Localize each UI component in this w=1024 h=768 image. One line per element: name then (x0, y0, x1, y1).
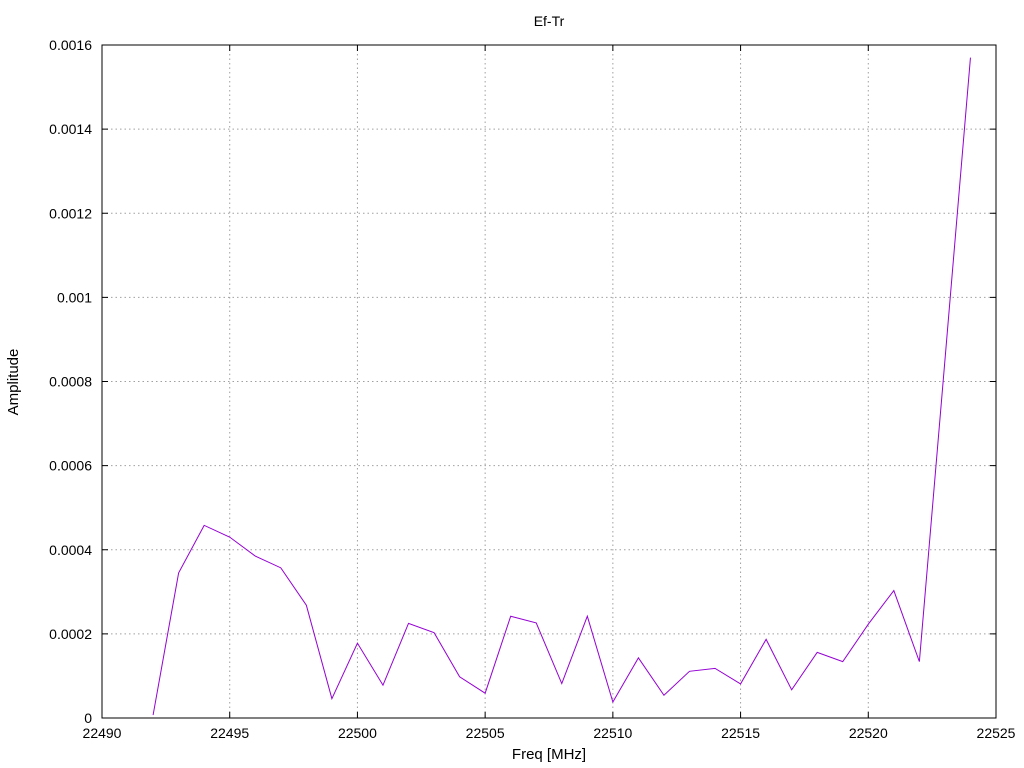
x-tick-labels: 22490 22495 22500 22505 22510 22515 22520 22525 (83, 725, 1016, 741)
grid-lines (102, 45, 996, 718)
y-tick-label: 0.0004 (49, 542, 92, 558)
y-tick-label: 0 (84, 710, 92, 726)
y-tick-labels: 0 0.0002 0.0004 0.0006 0.0008 0.001 0.0012 0.00… (49, 37, 92, 726)
x-axis-label: Freq [MHz] (512, 746, 586, 763)
y-tick-label: 0.0002 (49, 626, 92, 642)
line-chart: 22490 22495 22500 22505 22510 22515 22520 22525… (5, 13, 1016, 763)
chart-container: 22490 22495 22500 22505 22510 22515 22520 22525… (0, 0, 1024, 768)
y-tick-label: 0.0012 (49, 205, 92, 221)
x-tick-label: 22520 (849, 725, 888, 741)
x-tick-label: 22500 (338, 725, 377, 741)
chart-title: Ef-Tr (534, 13, 565, 29)
series-layer (152, 57, 971, 716)
x-tick-label: 22510 (593, 725, 632, 741)
x-tick-label: 22495 (210, 725, 249, 741)
y-tick-label: 0.001 (57, 289, 92, 305)
x-tick-label: 22505 (466, 725, 505, 741)
y-tick-label: 0.0006 (49, 458, 92, 474)
x-tick-label: 22490 (83, 725, 122, 741)
y-tick-label: 0.0014 (49, 121, 92, 137)
series-line-0 (152, 57, 971, 716)
x-tick-label: 22515 (721, 725, 760, 741)
y-tick-label: 0.0016 (49, 37, 92, 53)
y-axis-label: Amplitude (5, 349, 22, 416)
x-tick-label: 22525 (977, 725, 1016, 741)
y-tick-label: 0.0008 (49, 374, 92, 390)
